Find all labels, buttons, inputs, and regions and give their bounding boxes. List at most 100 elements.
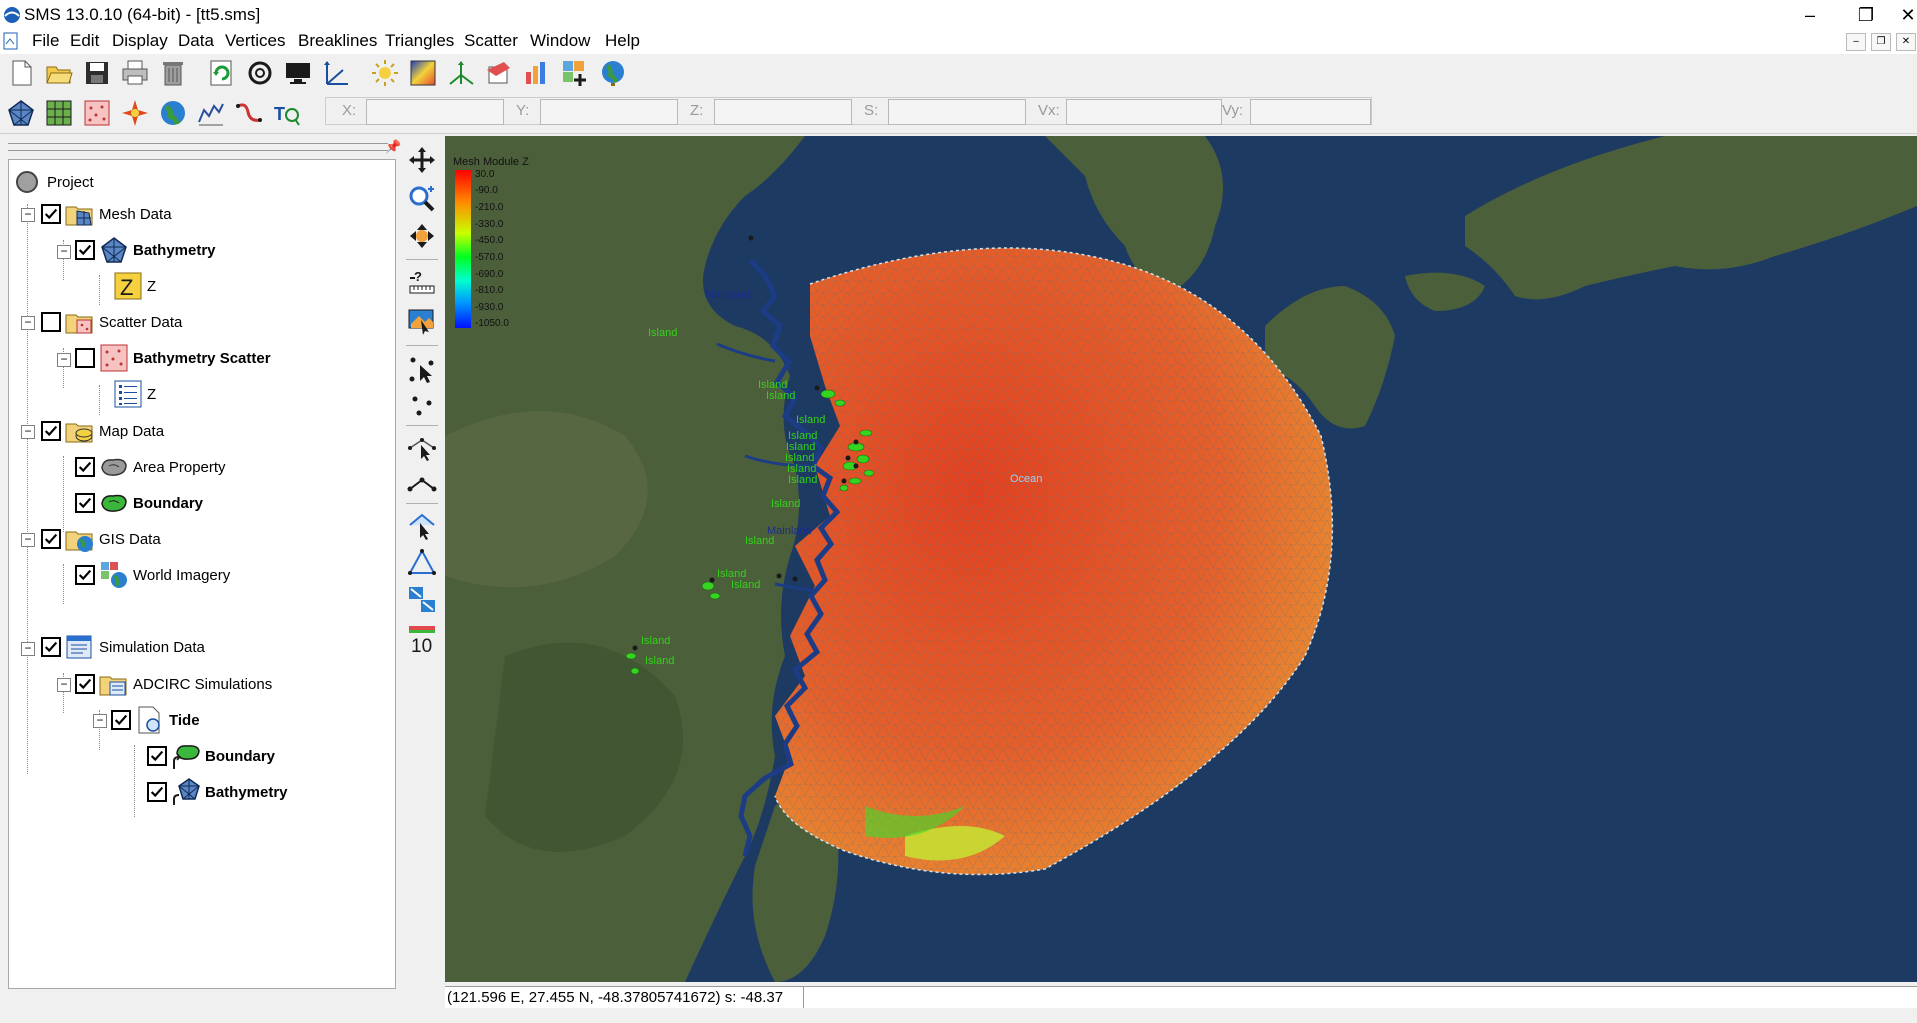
checkbox-bathymetry-scatter[interactable] bbox=[75, 348, 95, 368]
save-icon[interactable] bbox=[80, 56, 114, 90]
mesh-module-icon[interactable] bbox=[4, 96, 38, 130]
y-field[interactable] bbox=[540, 99, 678, 125]
collapse-gis-data[interactable]: − bbox=[21, 533, 35, 547]
globe-icon[interactable] bbox=[596, 56, 630, 90]
tree-item-map-data[interactable]: Map Data bbox=[41, 416, 164, 446]
tree-item-bathymetry[interactable]: Bathymetry bbox=[75, 235, 216, 265]
tree-item-mesh-data[interactable]: Mesh Data bbox=[41, 199, 172, 229]
refresh-icon[interactable] bbox=[205, 56, 239, 90]
collapse-bathymetry[interactable]: − bbox=[57, 245, 71, 259]
checkbox-mesh-data[interactable] bbox=[41, 204, 61, 224]
cartesian-grid-icon[interactable] bbox=[42, 96, 76, 130]
select-breakline-icon[interactable] bbox=[405, 431, 439, 465]
tree-item-tide-boundary[interactable]: Boundary bbox=[147, 741, 275, 771]
delete-icon[interactable] bbox=[156, 56, 190, 90]
zoom-icon[interactable] bbox=[405, 181, 439, 215]
tree-item-scatter-data[interactable]: Scatter Data bbox=[41, 307, 182, 337]
menu-window[interactable]: Window bbox=[530, 31, 590, 51]
new-file-icon[interactable] bbox=[4, 56, 38, 90]
menu-vertices[interactable]: Vertices bbox=[225, 31, 285, 51]
menu-edit[interactable]: Edit bbox=[70, 31, 99, 51]
checkbox-bathymetry[interactable] bbox=[75, 240, 95, 260]
menu-file[interactable]: File bbox=[32, 31, 59, 51]
restore-button[interactable]: ❐ bbox=[1843, 2, 1889, 28]
create-breakline-icon[interactable] bbox=[405, 467, 439, 501]
s-field[interactable] bbox=[888, 99, 1026, 125]
checkbox-tide-boundary[interactable] bbox=[147, 746, 167, 766]
checkbox-world-imagery[interactable] bbox=[75, 565, 95, 585]
tree-item-tide[interactable]: Tide bbox=[111, 705, 200, 735]
create-vertex-icon[interactable] bbox=[405, 389, 439, 423]
scatter-module-icon[interactable] bbox=[80, 96, 114, 130]
tq-module-icon[interactable]: T bbox=[270, 96, 304, 130]
particle-module-icon[interactable] bbox=[194, 96, 228, 130]
map-module-icon[interactable] bbox=[118, 96, 152, 130]
rotate-icon[interactable] bbox=[405, 219, 439, 253]
collapse-simulation-data[interactable]: − bbox=[21, 642, 35, 656]
checkbox-gis-data[interactable] bbox=[41, 529, 61, 549]
vy-field[interactable] bbox=[1250, 99, 1371, 125]
select-vertex-icon[interactable] bbox=[405, 353, 439, 387]
tree-item-boundary[interactable]: Boundary bbox=[75, 488, 203, 518]
measure-icon[interactable]: ? bbox=[405, 266, 439, 300]
tree-item-simulation-data[interactable]: Simulation Data bbox=[41, 632, 205, 662]
menu-triangles[interactable]: Triangles bbox=[385, 31, 454, 51]
checkbox-tide-bathymetry[interactable] bbox=[147, 782, 167, 802]
menu-scatter[interactable]: Scatter bbox=[464, 31, 518, 51]
collapse-bathymetry-scatter[interactable]: − bbox=[57, 353, 71, 367]
dataset-icon[interactable] bbox=[482, 56, 516, 90]
collapse-mesh-data[interactable]: − bbox=[21, 208, 35, 222]
project-explorer-gripper[interactable] bbox=[8, 143, 388, 151]
checkbox-boundary[interactable] bbox=[75, 493, 95, 513]
mdi-restore-button[interactable]: ❐ bbox=[1871, 33, 1891, 51]
add-grid-icon[interactable] bbox=[558, 56, 592, 90]
frame-icon[interactable] bbox=[243, 56, 277, 90]
select-element-icon[interactable] bbox=[405, 583, 439, 617]
close-button[interactable]: ✕ bbox=[1899, 2, 1917, 28]
tree-item-world-imagery[interactable]: World Imagery bbox=[75, 560, 230, 590]
1d-module-icon[interactable] bbox=[232, 96, 266, 130]
tree-item-scatter-z[interactable]: Z bbox=[113, 379, 156, 409]
checkbox-simulation-data[interactable] bbox=[41, 637, 61, 657]
collapse-tide[interactable]: − bbox=[93, 714, 107, 728]
checkbox-area-property[interactable] bbox=[75, 457, 95, 477]
create-triangle-icon[interactable] bbox=[405, 545, 439, 579]
print-icon[interactable] bbox=[118, 56, 152, 90]
checkbox-scatter-data[interactable] bbox=[41, 312, 61, 332]
select-triangle-icon[interactable] bbox=[405, 509, 439, 543]
contour-label-icon[interactable]: 10 bbox=[405, 622, 439, 656]
frame-image-icon[interactable] bbox=[405, 304, 439, 338]
tree-item-area-property[interactable]: Area Property bbox=[75, 452, 226, 482]
collapse-scatter-data[interactable]: − bbox=[21, 316, 35, 330]
monitor-icon[interactable] bbox=[281, 56, 315, 90]
menu-data[interactable]: Data bbox=[178, 31, 214, 51]
gis-module-icon[interactable] bbox=[156, 96, 190, 130]
graphics-window[interactable]: Mainland Mainland Ocean Island Island Is… bbox=[445, 136, 1917, 982]
menu-breaklines[interactable]: Breaklines bbox=[298, 31, 377, 51]
color-ramp-icon[interactable] bbox=[406, 56, 440, 90]
mdi-minimize-button[interactable]: – bbox=[1846, 33, 1866, 51]
tree-item-project[interactable]: Project bbox=[13, 167, 94, 197]
checkbox-map-data[interactable] bbox=[41, 421, 61, 441]
checkbox-tide[interactable] bbox=[111, 710, 131, 730]
collapse-adcirc-simulations[interactable]: − bbox=[57, 678, 71, 692]
mdi-close-button[interactable]: ✕ bbox=[1896, 33, 1916, 51]
minimize-button[interactable]: – bbox=[1787, 2, 1833, 28]
menu-help[interactable]: Help bbox=[605, 31, 640, 51]
chart-icon[interactable] bbox=[520, 56, 554, 90]
tree-item-tide-bathymetry[interactable]: Bathymetry bbox=[147, 777, 288, 807]
checkbox-adcirc-simulations[interactable] bbox=[75, 674, 95, 694]
coordinate-axes-icon[interactable] bbox=[444, 56, 478, 90]
collapse-map-data[interactable]: − bbox=[21, 425, 35, 439]
pin-icon[interactable]: 📌 bbox=[385, 139, 401, 155]
tree-item-mesh-z[interactable]: Z Z bbox=[113, 271, 156, 301]
z-field[interactable] bbox=[714, 99, 852, 125]
tree-item-gis-data[interactable]: GIS Data bbox=[41, 524, 161, 554]
document-icon[interactable] bbox=[3, 32, 19, 55]
axes-icon[interactable] bbox=[319, 56, 353, 90]
pan-icon[interactable] bbox=[405, 143, 439, 177]
x-field[interactable] bbox=[366, 99, 504, 125]
tree-item-adcirc-simulations[interactable]: ADCIRC Simulations bbox=[75, 669, 272, 699]
light-icon[interactable] bbox=[368, 56, 402, 90]
menu-display[interactable]: Display bbox=[112, 31, 168, 51]
